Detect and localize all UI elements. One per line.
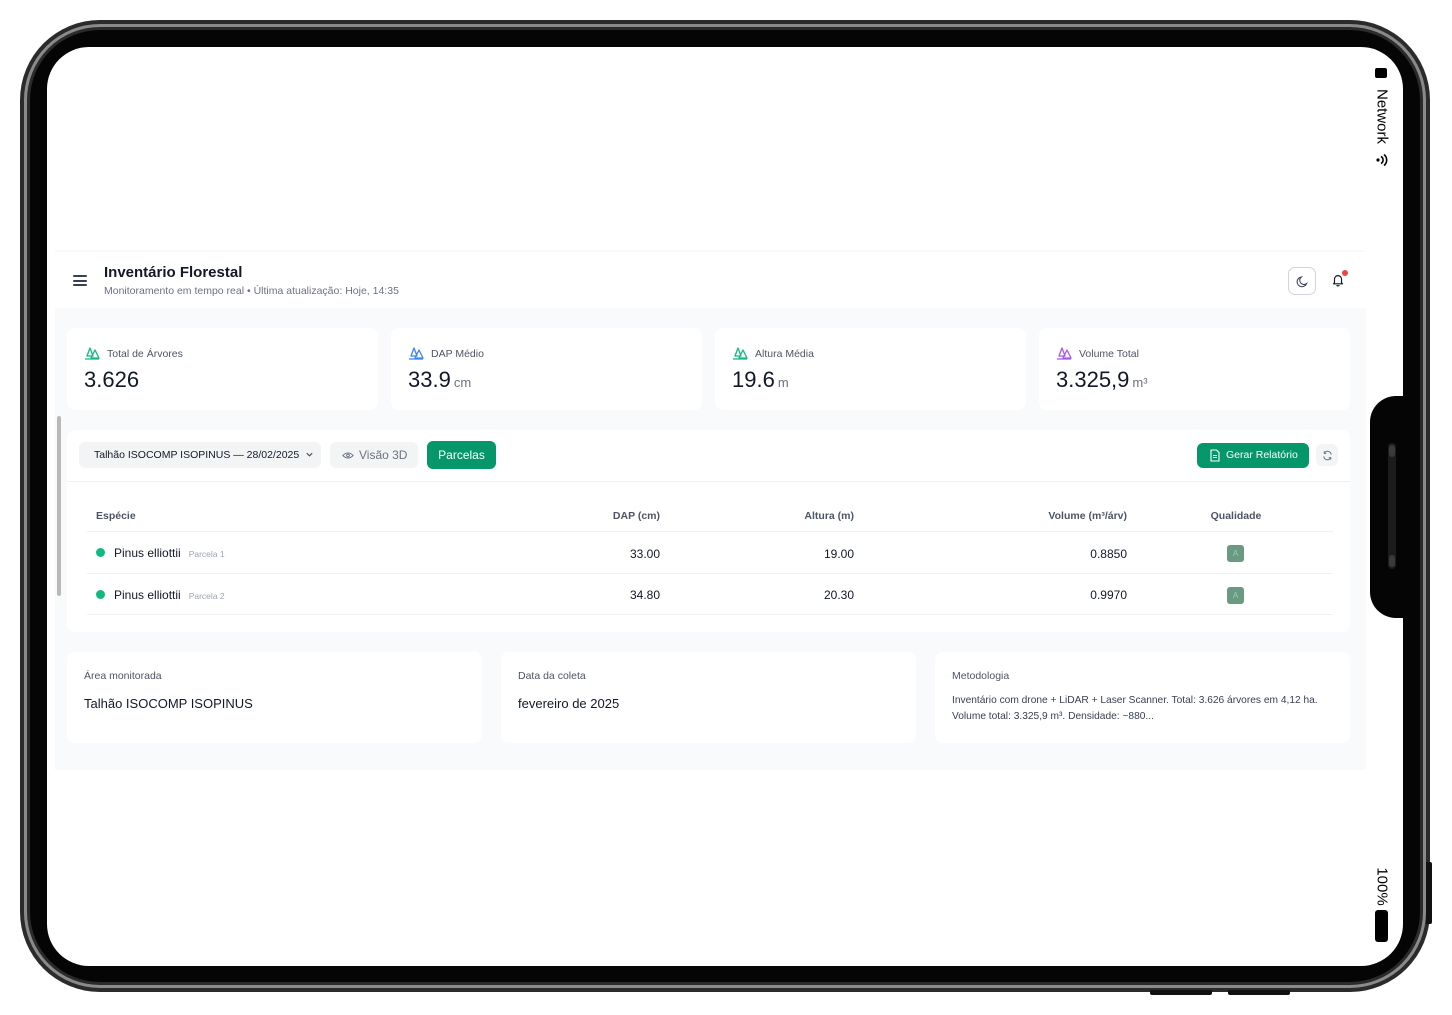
battery-icon: [1375, 910, 1388, 942]
table-cell-volume: 0.8850: [1090, 547, 1127, 561]
table-cell-species: Pinus elliottii Parcela 1: [114, 546, 225, 560]
status-bar-bottom: 100%: [1372, 862, 1392, 946]
table-cell-dap: 33.00: [629, 547, 660, 561]
stat-label: Volume Total: [1079, 348, 1139, 360]
info-label: Data da coleta: [518, 670, 586, 682]
quality-badge: A: [1227, 545, 1244, 562]
info-card-date: Data da coleta fevereiro de 2025: [501, 652, 916, 743]
notification-badge: [1342, 270, 1348, 276]
menu-icon[interactable]: [73, 275, 87, 286]
eye-icon: [342, 452, 354, 459]
stat-label: DAP Médio: [431, 348, 484, 360]
moon-icon: [1296, 275, 1308, 287]
column-header-species[interactable]: Espécie: [96, 510, 136, 522]
table-cell-dap: 34.80: [629, 588, 660, 602]
theme-toggle-button[interactable]: [1288, 267, 1316, 295]
stat-card-height: Altura Média 19.6 m: [715, 328, 1026, 410]
stat-label: Total de Árvores: [107, 348, 183, 360]
column-header-dap[interactable]: DAP (cm): [560, 510, 660, 522]
divider: [87, 614, 1333, 615]
divider: [67, 481, 1350, 482]
app-header: [55, 252, 1366, 308]
divider: [87, 531, 1333, 532]
quality-badge: A: [1227, 587, 1244, 604]
page-subtitle: Monitoramento em tempo real • Última atu…: [104, 285, 399, 297]
info-card-area: Área monitorada Talhão ISOCOMP ISOPINUS: [67, 652, 482, 743]
hardware-button: [1150, 990, 1212, 995]
camera-icon: [1388, 443, 1396, 569]
table-cell-height: 19.00: [823, 547, 854, 561]
tree-icon: [409, 347, 424, 360]
hardware-button: [1426, 862, 1432, 924]
stat-card-total-trees: Total de Árvores 3.626: [67, 328, 378, 410]
table-cell-height: 20.30: [823, 588, 854, 602]
divider: [87, 573, 1333, 574]
stat-value: 3.626: [84, 367, 140, 392]
stat-card-dap: DAP Médio 33.9 cm: [391, 328, 702, 410]
parcelas-button[interactable]: Parcelas: [427, 441, 496, 469]
refresh-icon: [1322, 450, 1332, 460]
chevron-down-icon: [306, 452, 313, 457]
generate-report-button[interactable]: Gerar Relatório: [1197, 443, 1309, 468]
refresh-button[interactable]: [1316, 444, 1338, 466]
stat-value: 19.6 m: [732, 367, 789, 392]
species-color-dot: [96, 590, 105, 599]
view-3d-label: Visão 3D: [359, 448, 408, 462]
tree-icon: [733, 347, 748, 360]
info-value: fevereiro de 2025: [518, 696, 620, 711]
plot-select-value: Talhão ISOCOMP ISOPINUS — 28/02/2025: [94, 449, 300, 461]
table-cell-species: Pinus elliottii Parcela 2: [114, 588, 225, 602]
tree-icon: [85, 347, 100, 360]
info-value: Talhão ISOCOMP ISOPINUS: [84, 696, 253, 711]
parcela-tag: Parcela 2: [188, 591, 225, 601]
column-header-volume[interactable]: Volume (m³/árv): [1007, 510, 1127, 522]
stat-label: Altura Média: [755, 348, 814, 360]
info-card-methodology: Metodologia Inventário com drone + LiDAR…: [935, 652, 1350, 743]
info-label: Área monitorada: [84, 670, 162, 682]
tree-icon: [1057, 347, 1072, 360]
scrollbar[interactable]: [57, 416, 61, 596]
stat-value: 33.9 cm: [408, 367, 472, 392]
battery-percent: 100%: [1373, 867, 1391, 906]
species-color-dot: [96, 548, 105, 557]
view-3d-button[interactable]: Visão 3D: [330, 442, 418, 468]
document-icon: [1210, 449, 1220, 462]
plot-select[interactable]: Talhão ISOCOMP ISOPINUS — 28/02/2025: [79, 442, 321, 468]
stat-value: 3.325,9 m³: [1056, 367, 1148, 392]
generate-report-label: Gerar Relatório: [1226, 449, 1298, 461]
info-text: Inventário com drone + LiDAR + Laser Sca…: [952, 695, 1318, 722]
table-cell-volume: 0.9970: [1090, 588, 1127, 602]
network-label: Network: [1373, 88, 1391, 144]
stat-card-volume: Volume Total 3.325,9 m³: [1039, 328, 1350, 410]
column-header-quality[interactable]: Qualidade: [1186, 510, 1286, 522]
hardware-button: [1228, 990, 1290, 995]
status-bar-top: Network: [1372, 66, 1392, 176]
column-header-height[interactable]: Altura (m): [754, 510, 854, 522]
parcela-tag: Parcela 1: [188, 549, 225, 559]
wifi-icon: [1376, 153, 1388, 167]
page-title: Inventário Florestal: [104, 264, 243, 281]
info-label: Metodologia: [952, 670, 1010, 682]
